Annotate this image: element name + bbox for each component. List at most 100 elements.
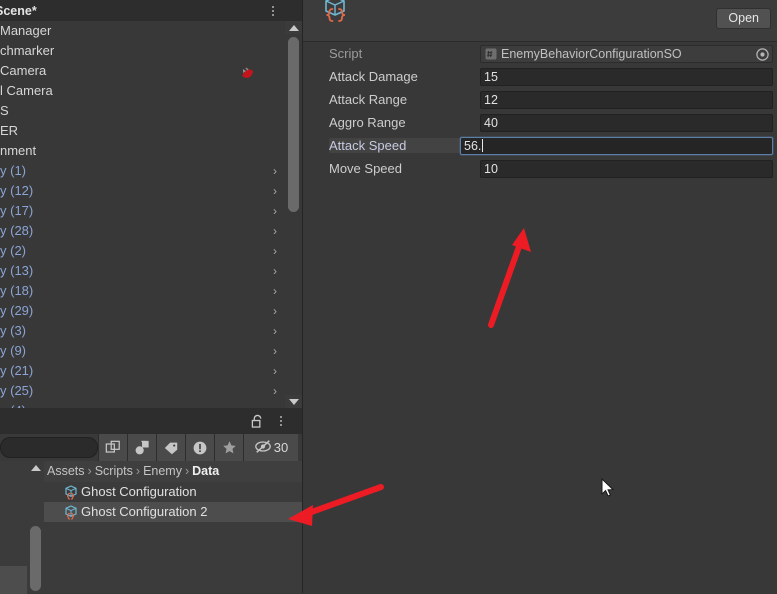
label-tag-filter-icon[interactable]: [156, 434, 185, 461]
asset-list-item[interactable]: Ghost Configuration: [44, 482, 302, 502]
scriptable-object-icon: [318, 0, 352, 28]
inspector-properties: Script EnemyBehaviorConfigurationSO Attack…: [303, 42, 777, 593]
audio-listener-icon: [240, 65, 254, 78]
property-value: 40: [484, 115, 498, 130]
asset-list-item-label: Ghost Configuration: [81, 484, 197, 499]
hierarchy-item-list[interactable]: Manager chmarker Camera l Camera S ER nment y (…: [0, 21, 285, 408]
hierarchy-item[interactable]: y (25) ›: [0, 381, 285, 401]
number-input[interactable]: 56.: [460, 136, 773, 155]
hierarchy-scrollbar[interactable]: [285, 21, 302, 408]
property-value: 56.: [464, 138, 482, 153]
hierarchy-scroll-thumb[interactable]: [288, 37, 299, 212]
property-value: 15: [484, 69, 498, 84]
property-label: Attack Damage: [329, 69, 418, 84]
inspector-header: Open: [303, 0, 777, 42]
favorite-star-icon[interactable]: [214, 434, 243, 461]
cs-script-icon: [485, 48, 497, 60]
chevron-right-icon[interactable]: ›: [273, 361, 277, 381]
scroll-down-arrow-icon[interactable]: [285, 395, 302, 408]
hierarchy-item[interactable]: l Camera: [0, 81, 285, 101]
chevron-right-icon[interactable]: ›: [273, 161, 277, 181]
chevron-right-icon[interactable]: ›: [273, 301, 277, 321]
property-value: 12: [484, 92, 498, 107]
asset-list-item-label: Ghost Configuration 2: [81, 504, 208, 519]
project-panel-header: [0, 408, 302, 434]
number-input[interactable]: 10: [480, 159, 773, 178]
kebab-dot: [280, 419, 282, 422]
hierarchy-header: Scene*: [0, 0, 302, 21]
project-folder-tree-selected-row[interactable]: [0, 566, 27, 594]
chevron-right-icon[interactable]: ›: [273, 181, 277, 201]
project-tree-scrollbar[interactable]: [27, 461, 44, 593]
project-tree-scroll-thumb[interactable]: [30, 526, 41, 591]
chevron-right-icon[interactable]: ›: [273, 261, 277, 281]
number-input[interactable]: 15: [480, 67, 773, 86]
lock-open-icon[interactable]: [251, 414, 264, 428]
chevron-right-icon[interactable]: ›: [273, 201, 277, 221]
hierarchy-item[interactable]: nment: [0, 141, 285, 161]
hierarchy-item[interactable]: y (2) ›: [0, 241, 285, 261]
hierarchy-item[interactable]: y (9) ›: [0, 341, 285, 361]
hierarchy-item[interactable]: y (28) ›: [0, 221, 285, 241]
scroll-up-arrow-icon[interactable]: [285, 21, 302, 34]
scriptable-object-icon: [63, 484, 79, 500]
kebab-dot: [280, 423, 282, 426]
hierarchy-item-label: y (25): [0, 383, 34, 398]
asset-type-filter-icon[interactable]: [127, 434, 156, 461]
breadcrumb[interactable]: Assets › Scripts › Enemy › Data: [44, 461, 302, 482]
chevron-right-icon[interactable]: ›: [273, 281, 277, 301]
chevron-right-icon[interactable]: ›: [273, 321, 277, 341]
project-scroll-up-arrow-icon[interactable]: [27, 461, 44, 474]
property-label: Aggro Range: [329, 115, 406, 130]
breadcrumb-separator-icon: ›: [87, 464, 92, 478]
property-row: Script EnemyBehaviorConfigurationSO: [303, 42, 777, 65]
chevron-right-icon[interactable]: ›: [273, 241, 277, 261]
hierarchy-item[interactable]: y (1) ›: [0, 161, 285, 181]
hierarchy-item[interactable]: y (3) ›: [0, 321, 285, 341]
kebab-dot: [272, 13, 274, 16]
chevron-right-icon[interactable]: ›: [273, 401, 277, 408]
chevron-right-icon[interactable]: ›: [273, 221, 277, 241]
project-body: Assets › Scripts › Enemy › Data Ghost Configur…: [0, 461, 302, 594]
asset-list[interactable]: Ghost Configuration Ghost Configuration 2: [44, 482, 302, 522]
hierarchy-item-label: y (1): [0, 163, 26, 178]
hierarchy-item[interactable]: y (13) ›: [0, 261, 285, 281]
object-reference-field[interactable]: EnemyBehaviorConfigurationSO: [480, 44, 773, 63]
breadcrumb-item[interactable]: Scripts: [95, 464, 133, 478]
hierarchy-item[interactable]: y (4)›: [0, 401, 285, 408]
warning-filter-icon[interactable]: [185, 434, 214, 461]
hierarchy-item[interactable]: y (18) ›: [0, 281, 285, 301]
breadcrumb-item[interactable]: Assets: [47, 464, 85, 478]
chevron-right-icon[interactable]: ›: [273, 381, 277, 401]
hierarchy-item[interactable]: y (17) ›: [0, 201, 285, 221]
hierarchy-item-label: nment: [0, 143, 37, 158]
hidden-items-icon: [254, 439, 272, 457]
hierarchy-item[interactable]: S: [0, 101, 285, 121]
project-kebab-menu-icon[interactable]: [274, 413, 288, 428]
hidden-items-filter[interactable]: 30: [243, 434, 298, 461]
open-button[interactable]: Open: [716, 8, 771, 29]
number-input[interactable]: 12: [480, 90, 773, 109]
project-toolbar: 30: [0, 434, 302, 461]
project-folder-tree[interactable]: [0, 461, 27, 594]
hierarchy-kebab-menu-icon[interactable]: [266, 3, 280, 18]
hierarchy-item[interactable]: Camera: [0, 61, 285, 81]
search-scope-icon[interactable]: [98, 434, 127, 461]
breadcrumb-item[interactable]: Data: [192, 464, 219, 478]
hierarchy-item[interactable]: Manager: [0, 21, 285, 41]
object-picker-icon[interactable]: [756, 47, 769, 61]
breadcrumb-item[interactable]: Enemy: [143, 464, 182, 478]
search-input[interactable]: [0, 437, 98, 458]
hierarchy-item[interactable]: chmarker: [0, 41, 285, 61]
hierarchy-item[interactable]: y (12) ›: [0, 181, 285, 201]
hierarchy-item-label: y (28): [0, 223, 34, 238]
hierarchy-item[interactable]: y (29) ›: [0, 301, 285, 321]
hierarchy-item[interactable]: y (21) ›: [0, 361, 285, 381]
kebab-dot: [272, 9, 274, 12]
hierarchy-item[interactable]: ER: [0, 121, 285, 141]
number-input[interactable]: 40: [480, 113, 773, 132]
hierarchy-item-label: ER: [0, 123, 19, 138]
hierarchy-item-label: y (9): [0, 343, 26, 358]
chevron-right-icon[interactable]: ›: [273, 341, 277, 361]
asset-list-item[interactable]: Ghost Configuration 2: [44, 502, 302, 522]
